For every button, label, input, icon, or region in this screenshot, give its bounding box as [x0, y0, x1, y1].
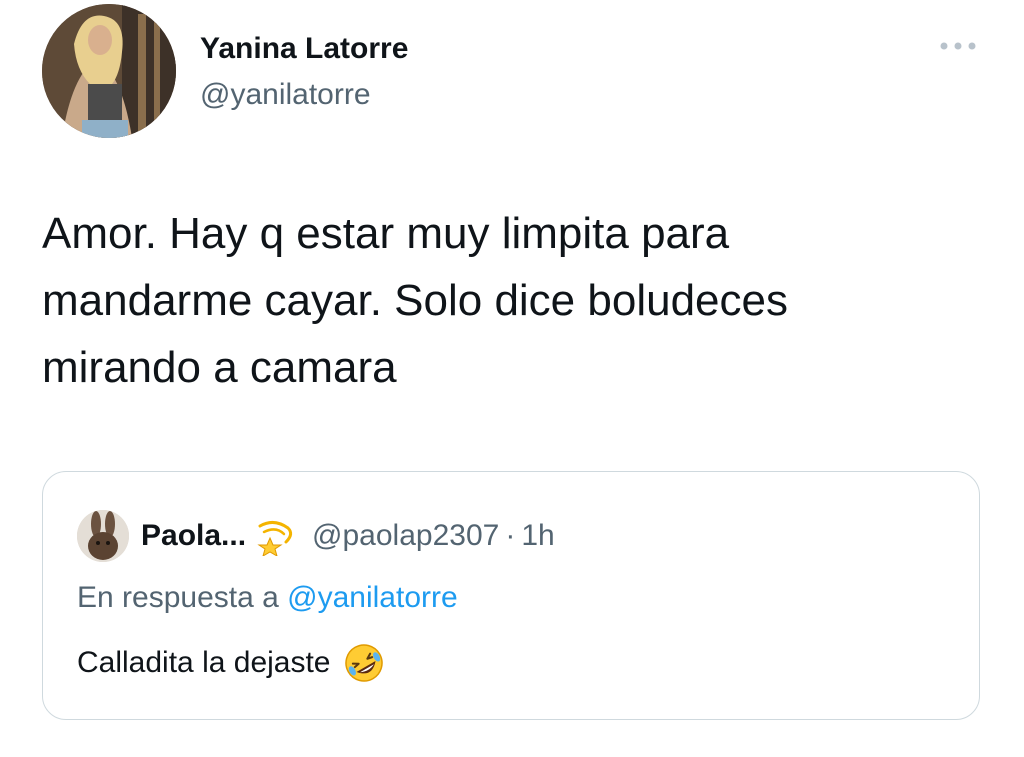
quoted-tweet-text-content: Calladita la dejaste: [77, 646, 331, 679]
author-handle[interactable]: @yanilatorre: [200, 76, 408, 114]
quoted-author-avatar[interactable]: [77, 510, 129, 562]
reply-context: En respuesta a @yanilatorre: [77, 578, 458, 618]
more-options-button[interactable]: [936, 34, 980, 58]
author-display-name[interactable]: Yanina Latorre: [200, 30, 408, 68]
quoted-tweet-text: Calladita la dejaste: [77, 642, 385, 684]
tweet: Yanina Latorre @yanilatorre Amor. Hay q …: [0, 0, 1024, 757]
quoted-tweet-card[interactable]: Paola... @paolap2307 · 1h En respuesta a…: [42, 471, 980, 720]
rolling-on-floor-laughing-icon: [343, 642, 385, 684]
quoted-header-separator: ·: [505, 519, 516, 552]
quoted-tweet-timestamp[interactable]: 1h: [521, 519, 554, 553]
more-horizontal-icon: [940, 42, 976, 50]
dizzy-star-icon: [254, 516, 302, 556]
quoted-author-handle[interactable]: @paolap2307: [312, 519, 499, 553]
author-avatar[interactable]: [42, 4, 176, 138]
quoted-author-display-name[interactable]: Paola...: [141, 519, 246, 553]
reply-to-link[interactable]: @yanilatorre: [287, 581, 458, 614]
author-info: Yanina Latorre @yanilatorre: [200, 30, 408, 114]
quoted-tweet-header: Paola... @paolap2307 · 1h: [77, 510, 555, 562]
reply-prefix: En respuesta a: [77, 581, 288, 614]
tweet-text: Amor. Hay q estar muy limpita para manda…: [42, 209, 788, 392]
rabbit-avatar-icon: [77, 510, 129, 562]
profile-photo-icon: [42, 4, 176, 138]
